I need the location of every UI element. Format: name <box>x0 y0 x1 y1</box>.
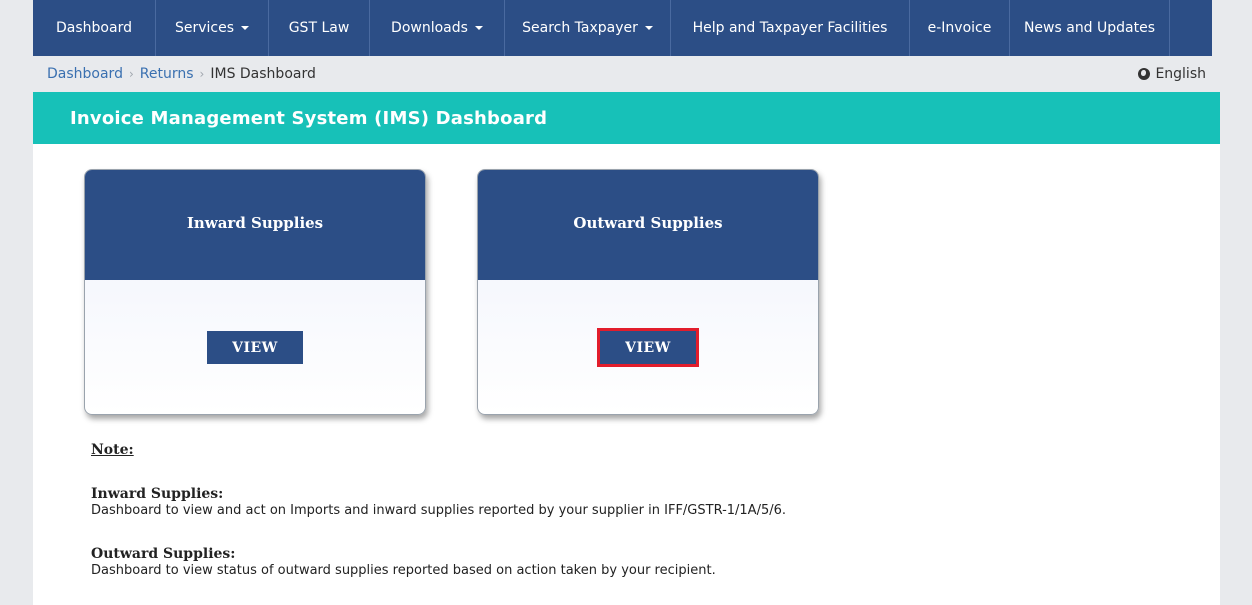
breadcrumb-dashboard[interactable]: Dashboard <box>47 66 123 82</box>
notes-section: Note: Inward Supplies: Dashboard to view… <box>91 442 1191 578</box>
card-title-text: Inward Supplies <box>186 214 324 232</box>
card-body: VIEW <box>478 280 818 414</box>
main-panel: Invoice Management System (IMS) Dashboar… <box>33 92 1220 605</box>
nav-gst-law[interactable]: GST Law <box>269 0 370 56</box>
caret-down-icon <box>644 26 653 30</box>
note-text-outward: Dashboard to view status of outward supp… <box>91 563 716 578</box>
card-title: Outward Supplies <box>478 170 818 280</box>
card-title: Inward Supplies <box>85 170 425 280</box>
breadcrumb: Dashboard › Returns › IMS Dashboard <box>47 66 316 82</box>
breadcrumb-current: IMS Dashboard <box>210 66 316 82</box>
nav-news-updates[interactable]: News and Updates <box>1010 0 1170 56</box>
breadcrumb-returns[interactable]: Returns <box>140 66 194 82</box>
note-text-inward: Dashboard to view and act on Imports and… <box>91 503 787 518</box>
inward-view-button[interactable]: VIEW <box>207 331 303 364</box>
caret-down-icon <box>241 26 250 30</box>
note-title: Note: <box>91 442 134 458</box>
nav-label: GST Law <box>288 20 350 36</box>
nav-label: Dashboard <box>56 20 132 36</box>
breadcrumb-separator-icon: › <box>199 67 205 81</box>
card-body: VIEW <box>85 280 425 414</box>
nav-search-taxpayer[interactable]: Search Taxpayer <box>505 0 671 56</box>
nav-dashboard[interactable]: Dashboard <box>33 0 156 56</box>
caret-down-icon <box>474 26 483 30</box>
nav-label: Help and Taxpayer Facilities <box>692 20 888 36</box>
language-selector[interactable]: English <box>1138 66 1206 82</box>
breadcrumb-separator-icon: › <box>128 67 134 81</box>
card-title-text: Outward Supplies <box>573 214 723 232</box>
nav-label: e-Invoice <box>927 20 992 36</box>
panel-header: Invoice Management System (IMS) Dashboar… <box>33 92 1220 144</box>
nav-label: Search Taxpayer <box>522 20 638 36</box>
note-heading-outward: Outward Supplies: <box>91 546 236 562</box>
outward-view-button[interactable]: VIEW <box>597 328 699 367</box>
note-heading-inward: Inward Supplies: <box>91 486 224 502</box>
page-title: Invoice Management System (IMS) Dashboar… <box>70 107 548 129</box>
nav-services[interactable]: Services <box>156 0 269 56</box>
nav-e-invoice[interactable]: e-Invoice <box>910 0 1010 56</box>
language-label: English <box>1155 66 1206 82</box>
breadcrumb-bar: Dashboard › Returns › IMS Dashboard Engl… <box>33 56 1212 92</box>
nav-help-taxpayer-facilities[interactable]: Help and Taxpayer Facilities <box>671 0 910 56</box>
globe-icon <box>1138 68 1151 80</box>
outward-supplies-card: Outward Supplies VIEW <box>477 169 819 415</box>
top-navigation: Dashboard Services GST Law Downloads Sea… <box>33 0 1212 56</box>
nav-label: Services <box>174 20 235 36</box>
nav-label: News and Updates <box>1023 20 1156 36</box>
nav-label: Downloads <box>391 20 468 36</box>
inward-supplies-card: Inward Supplies VIEW <box>84 169 426 415</box>
nav-downloads[interactable]: Downloads <box>370 0 505 56</box>
